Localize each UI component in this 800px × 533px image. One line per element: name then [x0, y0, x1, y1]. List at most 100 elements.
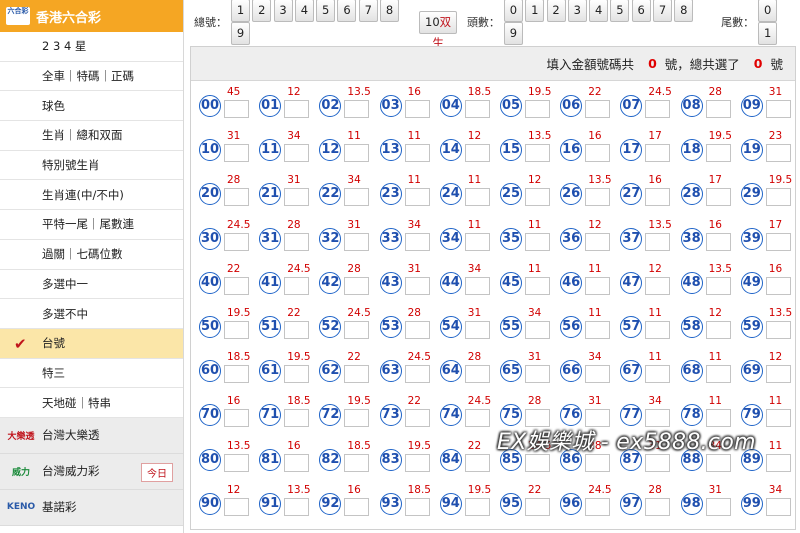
sidebar-item[interactable]: 全車｜特碼｜正碼 — [0, 62, 183, 92]
amount-input[interactable] — [765, 409, 791, 428]
number-ball[interactable]: 33 — [379, 227, 402, 250]
number-ball[interactable]: 09 — [740, 95, 763, 117]
amount-input[interactable] — [404, 497, 430, 516]
number-ball[interactable]: 10 — [199, 139, 221, 162]
number-ball[interactable]: 45 — [500, 271, 522, 294]
amount-input[interactable] — [404, 321, 430, 339]
amount-input[interactable] — [585, 321, 611, 339]
amount-input[interactable] — [404, 409, 430, 428]
amount-input[interactable] — [464, 100, 490, 118]
number-ball[interactable]: 43 — [379, 271, 402, 294]
number-ball[interactable]: 69 — [740, 360, 763, 383]
head-key[interactable]: 8 — [674, 0, 694, 22]
number-ball[interactable]: 59 — [740, 316, 763, 338]
amount-input[interactable] — [765, 276, 791, 295]
head-key[interactable]: 4 — [589, 0, 609, 22]
sidebar-item[interactable]: 生肖連(中/不中) — [0, 180, 183, 211]
amount-input[interactable] — [344, 497, 370, 516]
number-ball[interactable]: 06 — [560, 95, 583, 117]
number-ball[interactable]: 90 — [199, 492, 221, 515]
head-key[interactable]: 5 — [610, 0, 630, 22]
number-ball[interactable]: 66 — [560, 360, 583, 383]
sidebar-header[interactable]: 六合彩 香港六合彩 — [0, 0, 183, 32]
amount-input[interactable] — [705, 232, 731, 251]
number-ball[interactable]: 37 — [620, 227, 643, 250]
sidebar-item[interactable]: 天地碰｜特串 — [0, 388, 183, 418]
number-ball[interactable]: 83 — [379, 448, 402, 471]
number-ball[interactable]: 21 — [259, 183, 282, 206]
tail-key[interactable]: 1 — [758, 22, 778, 45]
number-ball[interactable]: 64 — [439, 360, 462, 383]
amount-input[interactable] — [344, 232, 370, 251]
number-ball[interactable]: 17 — [620, 139, 643, 162]
amount-input[interactable] — [224, 497, 249, 516]
number-ball[interactable]: 58 — [680, 316, 703, 338]
number-ball[interactable]: 19 — [740, 139, 763, 162]
tens-key[interactable]: 1 — [231, 0, 250, 22]
tens-key[interactable]: 9 — [231, 22, 250, 45]
number-ball[interactable]: 61 — [259, 360, 282, 383]
number-ball[interactable]: 98 — [680, 492, 703, 515]
amount-input[interactable] — [765, 321, 791, 339]
number-ball[interactable]: 02 — [319, 95, 342, 117]
amount-input[interactable] — [464, 365, 490, 384]
amount-input[interactable] — [705, 276, 731, 295]
amount-input[interactable] — [525, 144, 550, 163]
number-ball[interactable]: 53 — [379, 316, 402, 338]
number-ball[interactable]: 00 — [199, 95, 221, 117]
number-ball[interactable]: 44 — [439, 271, 462, 294]
amount-input[interactable] — [525, 276, 550, 295]
number-ball[interactable]: 05 — [500, 95, 522, 117]
amount-input[interactable] — [284, 232, 310, 251]
amount-input[interactable] — [224, 144, 249, 163]
number-ball[interactable]: 01 — [259, 95, 282, 117]
number-ball[interactable]: 62 — [319, 360, 342, 383]
amount-input[interactable] — [705, 497, 731, 516]
sidebar-item[interactable]: 多選不中 — [0, 299, 183, 329]
amount-input[interactable] — [464, 188, 490, 207]
amount-input[interactable] — [344, 365, 370, 384]
number-ball[interactable]: 80 — [199, 448, 221, 471]
amount-input[interactable] — [645, 365, 671, 384]
amount-input[interactable] — [765, 365, 791, 384]
number-ball[interactable]: 29 — [740, 183, 763, 206]
amount-input[interactable] — [404, 365, 430, 384]
number-ball[interactable]: 12 — [319, 139, 342, 162]
number-ball[interactable]: 60 — [199, 360, 221, 383]
number-ball[interactable]: 70 — [199, 404, 221, 427]
number-ball[interactable]: 15 — [500, 139, 522, 162]
number-ball[interactable]: 74 — [439, 404, 462, 427]
amount-input[interactable] — [585, 497, 611, 516]
amount-input[interactable] — [284, 276, 310, 295]
number-ball[interactable]: 81 — [259, 448, 282, 471]
amount-input[interactable] — [344, 453, 370, 472]
amount-input[interactable] — [645, 188, 671, 207]
amount-input[interactable] — [284, 497, 310, 516]
amount-input[interactable] — [585, 276, 611, 295]
amount-input[interactable] — [645, 321, 671, 339]
amount-input[interactable] — [765, 100, 791, 118]
amount-input[interactable] — [705, 453, 731, 472]
amount-input[interactable] — [464, 321, 490, 339]
amount-input[interactable] — [585, 100, 611, 118]
amount-input[interactable] — [344, 321, 370, 339]
amount-input[interactable] — [705, 100, 731, 118]
amount-input[interactable] — [525, 365, 550, 384]
number-ball[interactable]: 04 — [439, 95, 462, 117]
number-ball[interactable]: 97 — [620, 492, 643, 515]
amount-input[interactable] — [284, 100, 310, 118]
number-ball[interactable]: 24 — [439, 183, 462, 206]
amount-input[interactable] — [344, 144, 370, 163]
lottery-item[interactable]: 大樂透 台灣大樂透 — [0, 417, 183, 454]
tens-key[interactable]: 7 — [358, 0, 378, 22]
amount-input[interactable] — [585, 232, 611, 251]
number-ball[interactable]: 42 — [319, 271, 342, 294]
number-ball[interactable]: 71 — [259, 404, 282, 427]
number-ball[interactable]: 51 — [259, 316, 282, 338]
amount-input[interactable] — [645, 100, 671, 118]
amount-input[interactable] — [284, 409, 310, 428]
number-ball[interactable]: 34 — [439, 227, 462, 250]
tens-key[interactable]: 4 — [294, 0, 314, 22]
amount-input[interactable] — [464, 409, 490, 428]
number-ball[interactable]: 54 — [439, 316, 462, 338]
